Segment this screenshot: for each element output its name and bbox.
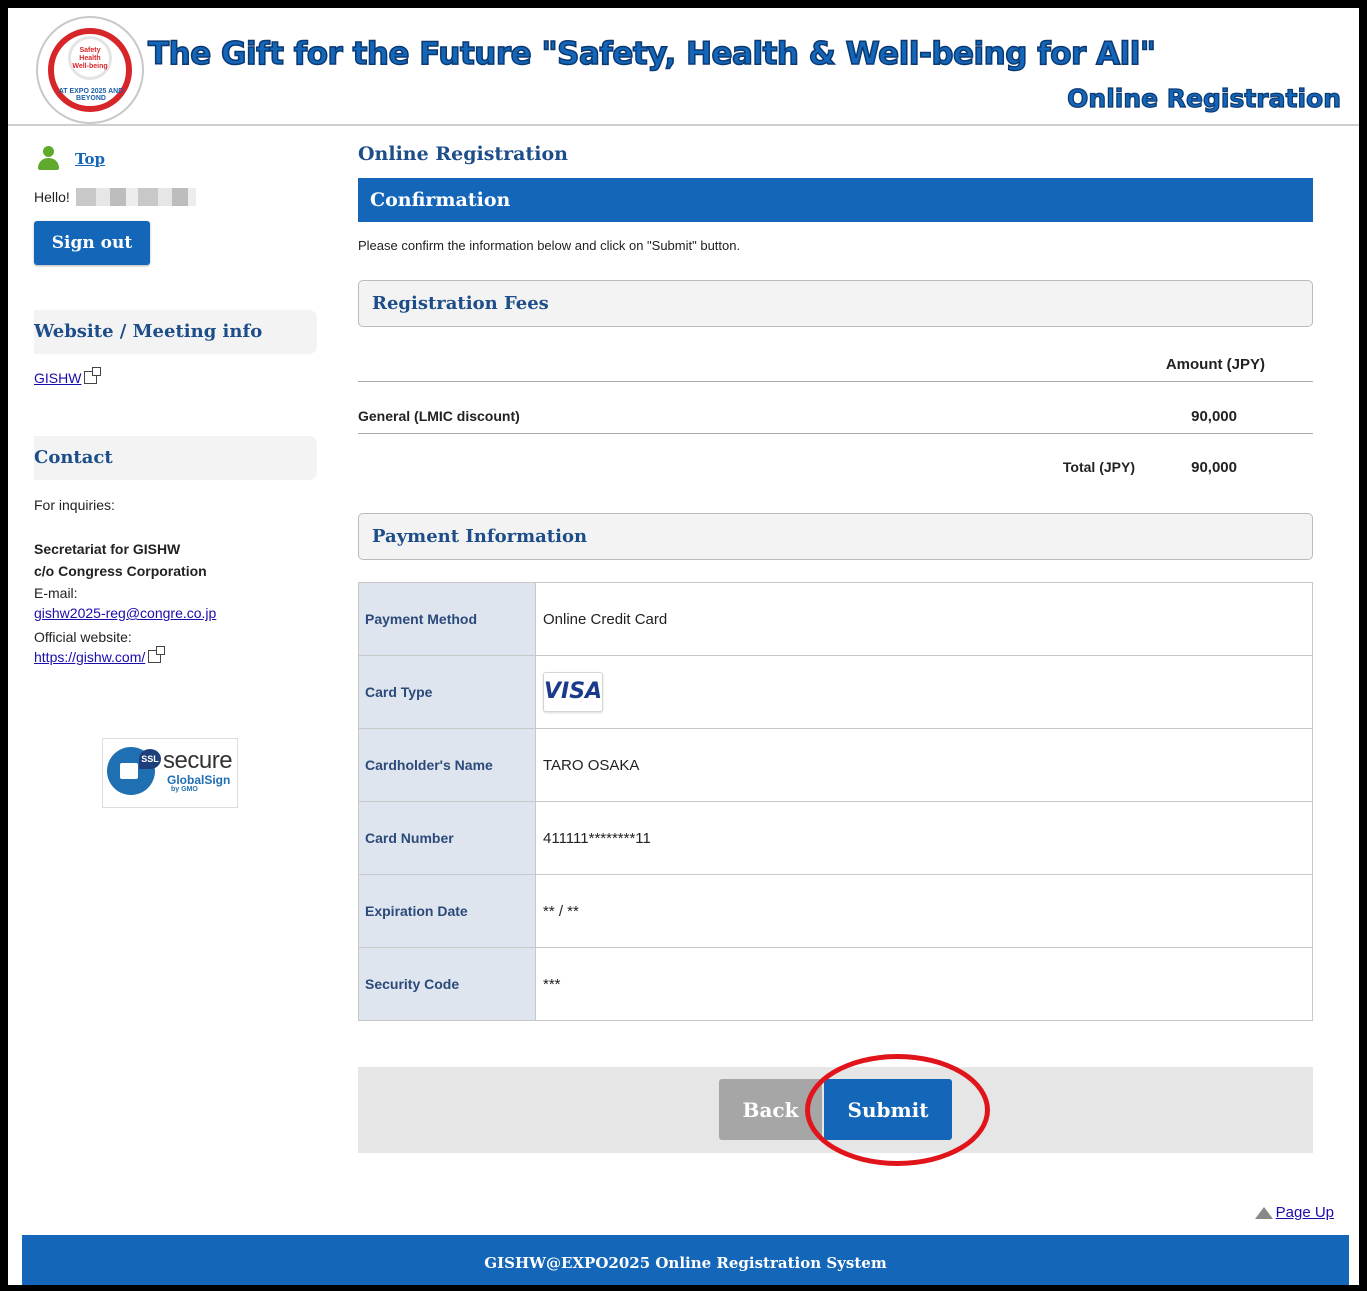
instruction-text: Please confirm the information below and… bbox=[358, 238, 741, 253]
external-link-icon bbox=[84, 367, 102, 384]
total-label: Total (JPY) bbox=[1062, 459, 1135, 475]
amount-column-header: Amount (JPY) bbox=[1165, 356, 1265, 373]
official-website-label: Official website: bbox=[34, 629, 132, 645]
card-type-label: Card Type bbox=[358, 655, 536, 729]
payment-table: Payment Method Online Credit Card Card T… bbox=[358, 582, 1313, 1021]
fee-item-name: General (LMIC discount) bbox=[358, 408, 520, 424]
back-button[interactable]: Back bbox=[719, 1079, 822, 1140]
email-label: E-mail: bbox=[34, 585, 78, 601]
table-row: Security Code *** bbox=[358, 947, 1313, 1021]
visa-card-icon: VISA bbox=[543, 672, 603, 712]
top-link-row[interactable]: Top bbox=[36, 146, 105, 172]
logo-center: Safety Health Well-being bbox=[68, 36, 112, 80]
table-row: Payment Method Online Credit Card bbox=[358, 582, 1313, 656]
card-number-label: Card Number bbox=[358, 801, 536, 875]
contact-heading: Contact bbox=[34, 436, 317, 480]
lock-icon bbox=[120, 763, 138, 779]
cardholder-name-value: TARO OSAKA bbox=[535, 728, 1313, 802]
table-row: Cardholder's Name TARO OSAKA bbox=[358, 728, 1313, 802]
ssl-gmo-text: by GMO bbox=[171, 786, 198, 793]
site-footer: GISHW@EXPO2025 Online Registration Syste… bbox=[22, 1235, 1349, 1285]
table-row: Card Number 411111********11 bbox=[358, 801, 1313, 875]
card-number-value: 411111********11 bbox=[535, 801, 1313, 875]
secretariat-company: c/o Congress Corporation bbox=[34, 563, 207, 579]
divider bbox=[358, 381, 1313, 382]
top-link[interactable]: Top bbox=[75, 150, 105, 168]
payment-information-heading: Payment Information bbox=[358, 513, 1313, 560]
page-up-link[interactable]: Page Up bbox=[1254, 1204, 1334, 1221]
cardholder-name-label: Cardholder's Name bbox=[358, 728, 536, 802]
button-bar: Back Submit bbox=[358, 1054, 1313, 1166]
email-link[interactable]: gishw2025-reg@congre.co.jp bbox=[34, 605, 216, 621]
fee-item-amount: 90,000 bbox=[1191, 408, 1237, 425]
page-up-text[interactable]: Page Up bbox=[1276, 1204, 1334, 1221]
gishw-link-text[interactable]: GISHW bbox=[34, 370, 81, 386]
table-row: Expiration Date ** / ** bbox=[358, 874, 1313, 948]
sidebar: Top Hello! Sign out Website / Meeting in… bbox=[22, 138, 322, 838]
browser-page: Safety Health Well-being AT EXPO 2025 AN… bbox=[8, 8, 1359, 1285]
payment-method-label: Payment Method bbox=[358, 582, 536, 656]
site-title: The Gift for the Future "Safety, Health … bbox=[147, 35, 1156, 73]
inquiries-label: For inquiries: bbox=[34, 497, 115, 513]
main-content: Online Registration Confirmation Please … bbox=[358, 138, 1313, 1168]
table-row: Card Type VISA bbox=[358, 655, 1313, 729]
ssl-tag: SSL bbox=[139, 749, 161, 769]
payment-method-value: Online Credit Card bbox=[535, 582, 1313, 656]
registration-fees-heading: Registration Fees bbox=[358, 280, 1313, 327]
security-code-value: *** bbox=[535, 947, 1313, 1021]
secretariat-name: Secretariat for GISHW bbox=[34, 541, 181, 557]
gishw-link[interactable]: GISHW bbox=[34, 367, 102, 386]
site-header: Safety Health Well-being AT EXPO 2025 AN… bbox=[8, 8, 1359, 126]
external-link-icon bbox=[148, 646, 166, 663]
submit-button[interactable]: Submit bbox=[824, 1079, 952, 1140]
expiration-date-value: ** / ** bbox=[535, 874, 1313, 948]
card-type-cell: VISA bbox=[535, 655, 1313, 729]
up-arrow-icon bbox=[1254, 1206, 1273, 1219]
ssl-globalsign-text: GlobalSign bbox=[167, 773, 231, 787]
confirmation-banner: Confirmation bbox=[358, 178, 1313, 222]
divider bbox=[358, 433, 1313, 434]
redacted-username bbox=[75, 188, 196, 206]
official-website-text[interactable]: https://gishw.com/ bbox=[34, 649, 145, 665]
sign-out-button[interactable]: Sign out bbox=[34, 221, 150, 265]
site-subtitle: Online Registration bbox=[1067, 83, 1342, 113]
security-code-label: Security Code bbox=[358, 947, 536, 1021]
ssl-secure-seal[interactable]: SSL secure GlobalSign by GMO bbox=[102, 738, 238, 808]
logo-bottom-text: AT EXPO 2025 AND BEYOND bbox=[58, 88, 124, 102]
hello-text: Hello! bbox=[34, 189, 70, 205]
event-logo: Safety Health Well-being AT EXPO 2025 AN… bbox=[36, 16, 144, 124]
ssl-secure-text: secure bbox=[163, 747, 233, 774]
expiration-date-label: Expiration Date bbox=[358, 874, 536, 948]
page-title: Online Registration bbox=[358, 143, 568, 165]
official-website-link[interactable]: https://gishw.com/ bbox=[34, 646, 166, 665]
website-meeting-heading: Website / Meeting info bbox=[34, 310, 317, 354]
greeting: Hello! bbox=[34, 188, 196, 206]
person-icon bbox=[36, 146, 60, 172]
total-amount: 90,000 bbox=[1191, 459, 1237, 476]
